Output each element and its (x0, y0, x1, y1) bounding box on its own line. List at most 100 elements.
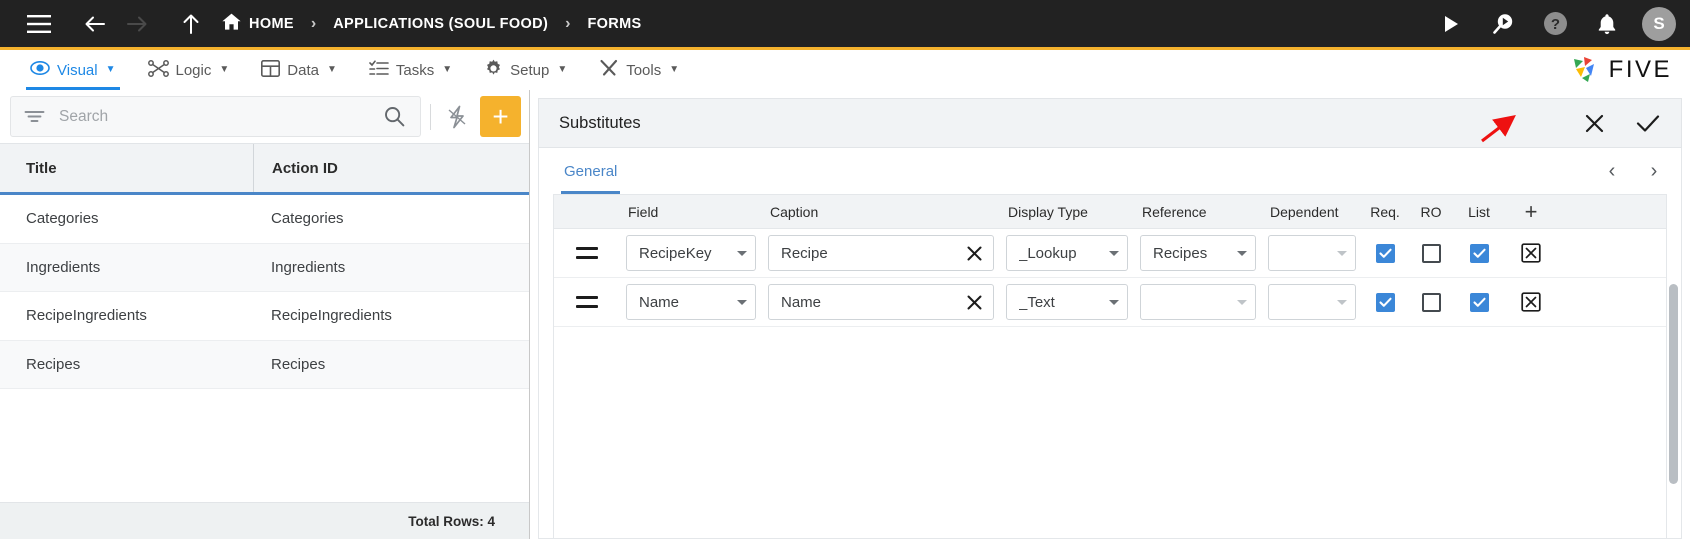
menu-item-tools[interactable]: Tools ▼ (583, 50, 695, 90)
display-type-select[interactable]: _Text (1006, 284, 1128, 320)
display-type-select[interactable]: _Lookup (1006, 235, 1128, 271)
dependent-select[interactable] (1268, 284, 1356, 320)
drag-handle-icon[interactable] (576, 247, 598, 259)
run-icon[interactable] (1432, 5, 1470, 43)
application-window: HOME › APPLICATIONS (SOUL FOOD) › FORMS (0, 0, 1690, 539)
search-box[interactable] (10, 96, 421, 137)
add-form-button[interactable]: + (480, 96, 521, 137)
field-select[interactable]: RecipeKey (626, 235, 756, 271)
chevron-down-icon (1109, 299, 1119, 305)
display-type-value: _Lookup (1019, 244, 1077, 262)
record-navigation: ‹ › (1599, 158, 1667, 184)
arrow-right-icon[interactable] (116, 3, 158, 45)
hamburger-menu-icon[interactable] (18, 3, 60, 45)
column-header-reorder (554, 195, 620, 228)
ro-checkbox[interactable] (1421, 243, 1441, 263)
chevron-down-icon (1337, 250, 1347, 256)
column-header-title[interactable]: Title (0, 144, 253, 192)
column-header-dependent: Dependent (1270, 203, 1339, 220)
menu-item-setup[interactable]: Setup ▼ (468, 50, 583, 90)
column-header-reference: Reference (1142, 203, 1207, 220)
column-header-list: List (1468, 203, 1490, 220)
reference-select[interactable] (1140, 284, 1256, 320)
list-checkbox[interactable] (1469, 292, 1489, 312)
scrollbar-thumb[interactable] (1669, 284, 1678, 484)
chevron-down-icon (1237, 250, 1247, 256)
main-menu-bar: Visual ▼ Logic ▼ Data ▼ Tasks ▼ Setup ▼ … (0, 47, 1690, 90)
field-select[interactable]: Name (626, 284, 756, 320)
avatar[interactable]: S (1642, 6, 1676, 41)
tools-icon (599, 59, 619, 81)
forms-list-header: Title Action ID (0, 143, 529, 195)
menu-item-label: Setup (510, 61, 550, 79)
fields-grid-header: Field Caption Display Type Reference Dep… (554, 195, 1666, 229)
req-checkbox[interactable] (1375, 292, 1395, 312)
toolbar-divider (430, 103, 431, 130)
cell-title: Recipes (26, 355, 81, 373)
vertical-scrollbar[interactable] (1668, 200, 1679, 538)
cell-action-id: RecipeIngredients (271, 307, 392, 325)
list-checkbox[interactable] (1469, 243, 1489, 263)
menu-item-tasks[interactable]: Tasks ▼ (353, 50, 468, 90)
reference-select[interactable]: Recipes (1140, 235, 1256, 271)
arrow-up-icon[interactable] (170, 3, 212, 45)
req-checkbox-cell (1362, 229, 1408, 277)
row-drag-handle[interactable] (554, 229, 620, 277)
breadcrumb-item-applications[interactable]: APPLICATIONS (SOUL FOOD) (333, 16, 548, 32)
clear-caption-icon[interactable] (966, 245, 983, 262)
forms-list-body: Categories Categories Ingredients Ingred… (0, 195, 529, 502)
menu-item-data[interactable]: Data ▼ (245, 50, 353, 90)
add-field-button[interactable]: + (1504, 195, 1558, 228)
menu-item-visual[interactable]: Visual ▼ (14, 50, 132, 90)
dependent-select[interactable] (1268, 235, 1356, 271)
chevron-down-icon: ▼ (669, 64, 680, 75)
filter-icon[interactable] (21, 104, 47, 130)
main-content-area: + Title Action ID Categories Categories … (0, 90, 1690, 539)
topbar-left-group: HOME › APPLICATIONS (SOUL FOOD) › FORMS (18, 3, 642, 45)
previous-record-button[interactable]: ‹ (1599, 158, 1625, 184)
breadcrumb-item-home[interactable]: HOME (222, 13, 294, 34)
breadcrumb-item-forms[interactable]: FORMS (587, 16, 641, 32)
ro-checkbox[interactable] (1421, 292, 1441, 312)
help-icon[interactable]: ? (1536, 5, 1574, 43)
notifications-bell-icon[interactable] (1588, 5, 1626, 43)
confirm-checkmark-button[interactable] (1633, 108, 1663, 138)
menu-item-label: Data (287, 61, 319, 79)
drag-handle-icon[interactable] (576, 296, 598, 308)
req-checkbox[interactable] (1375, 243, 1395, 263)
arrow-left-icon[interactable] (74, 3, 116, 45)
search-icon[interactable] (380, 103, 408, 131)
menu-item-label: Logic (175, 61, 212, 79)
caption-input[interactable]: Name (768, 284, 994, 320)
menu-item-label: Visual (57, 61, 98, 79)
delete-row-icon[interactable] (1521, 243, 1541, 263)
table-row[interactable]: Categories Categories (0, 195, 529, 244)
reference-select-cell: Recipes (1134, 229, 1262, 277)
fields-grid-wrapper: Field Caption Display Type Reference Dep… (539, 194, 1681, 538)
next-record-button[interactable]: › (1641, 158, 1667, 184)
dependent-select-cell (1262, 229, 1362, 277)
search-input[interactable] (57, 106, 370, 127)
lightning-bolt-icon[interactable] (440, 100, 474, 134)
row-drag-handle[interactable] (554, 278, 620, 326)
add-field-label: + (1524, 198, 1538, 224)
five-logo: FIVE (1570, 50, 1690, 90)
search-play-icon[interactable] (1484, 5, 1522, 43)
breadcrumb-label: FORMS (587, 15, 642, 32)
table-row[interactable]: Recipes Recipes (0, 340, 529, 389)
total-rows-label: Total Rows: 4 (0, 502, 529, 539)
cell-title: RecipeIngredients (26, 307, 147, 325)
delete-row-icon[interactable] (1521, 292, 1541, 312)
close-x-button[interactable] (1579, 108, 1609, 138)
column-header-action-id[interactable]: Action ID (253, 144, 519, 192)
cell-title: Ingredients (26, 258, 101, 276)
cell-title: Categories (26, 210, 99, 228)
column-header-field: Field (628, 203, 659, 220)
clear-caption-icon[interactable] (966, 294, 983, 311)
tab-general[interactable]: General (561, 148, 621, 194)
tab-bar: General ‹ › (539, 148, 1681, 194)
table-row[interactable]: Ingredients Ingredients (0, 243, 529, 292)
table-row[interactable]: RecipeIngredients RecipeIngredients (0, 292, 529, 341)
caption-input[interactable]: Recipe (768, 235, 994, 271)
menu-item-logic[interactable]: Logic ▼ (132, 50, 246, 90)
